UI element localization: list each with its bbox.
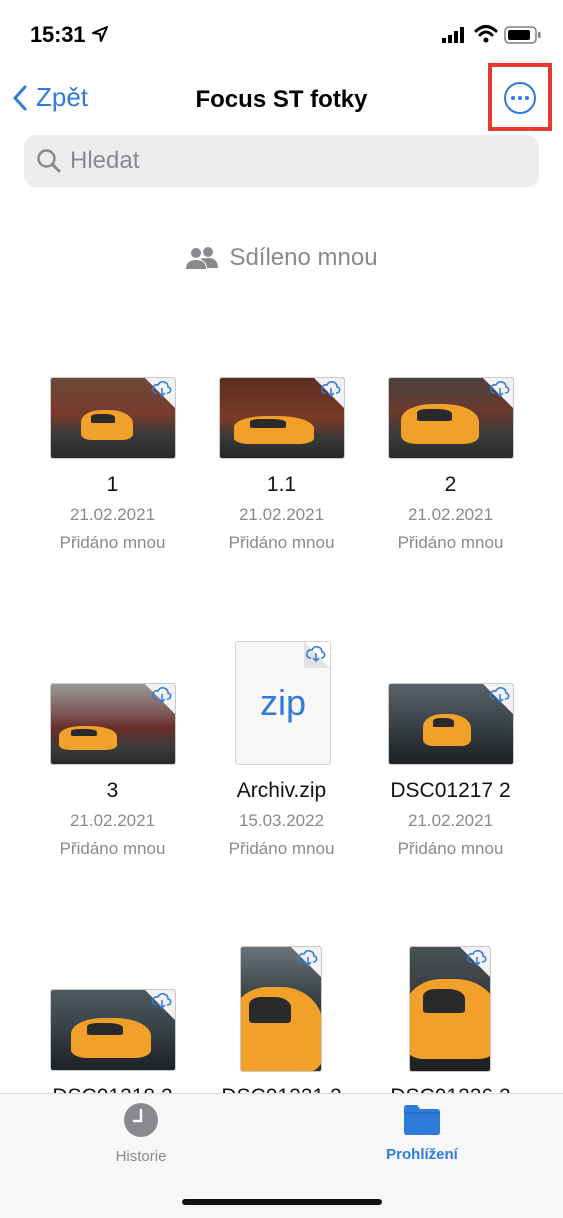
file-name: 3 xyxy=(106,779,119,802)
file-date: 21.02.2021 xyxy=(69,505,156,524)
search-bar[interactable] xyxy=(24,135,539,187)
photo-thumbnail xyxy=(240,946,322,1072)
search-input[interactable] xyxy=(70,147,490,175)
tab-label: Historie xyxy=(115,1148,167,1165)
clock-icon xyxy=(124,1103,158,1137)
cellular-signal-icon xyxy=(442,27,464,43)
cloud-download-icon xyxy=(490,687,510,704)
file-name: Archiv.zip xyxy=(236,779,327,802)
file-owner: Přidáno mnou xyxy=(397,533,504,552)
location-arrow-icon xyxy=(92,26,108,42)
grid-row: 3 21.02.2021 Přidáno mnou zip Archiv.zip… xyxy=(28,641,535,926)
photo-thumbnail xyxy=(50,683,176,765)
cloud-download-icon xyxy=(321,381,341,398)
file-name: 1 xyxy=(106,473,119,496)
file-item[interactable]: 3 21.02.2021 Přidáno mnou xyxy=(28,646,197,926)
photo-thumbnail xyxy=(409,946,491,1072)
file-date: 21.02.2021 xyxy=(238,505,325,524)
folder-icon xyxy=(404,1105,440,1135)
cloud-download-icon xyxy=(152,993,172,1010)
file-owner: Přidáno mnou xyxy=(59,533,166,552)
cloud-download-icon xyxy=(152,687,172,704)
file-owner: Přidáno mnou xyxy=(397,839,504,858)
cloud-download-icon xyxy=(298,950,318,967)
file-item[interactable]: 1 21.02.2021 Přidáno mnou xyxy=(28,340,197,620)
file-date: 21.02.2021 xyxy=(407,505,494,524)
file-name: 1.1 xyxy=(266,473,297,496)
cloud-download-icon xyxy=(152,381,172,398)
cloud-download-icon xyxy=(306,646,326,663)
file-date: 21.02.2021 xyxy=(407,811,494,830)
tab-historie[interactable]: Historie xyxy=(61,1102,221,1165)
photo-thumbnail xyxy=(219,377,345,459)
tab-label: Prohlížení xyxy=(386,1146,458,1163)
file-owner: Přidáno mnou xyxy=(228,533,335,552)
photo-thumbnail xyxy=(50,377,176,459)
file-date: 15.03.2022 xyxy=(238,811,325,830)
file-item[interactable]: DSC01217 2 21.02.2021 Přidáno mnou xyxy=(366,646,535,926)
navigation-bar: Zpět Focus ST fotky xyxy=(0,63,563,131)
photo-thumbnail xyxy=(388,683,514,765)
status-time: 15:31 xyxy=(30,22,86,47)
search-icon xyxy=(37,149,61,173)
file-owner: Přidáno mnou xyxy=(228,839,335,858)
people-icon xyxy=(186,247,219,269)
grid-row: 1 21.02.2021 Přidáno mnou 1.1 21.02.2021… xyxy=(28,340,535,620)
file-name: DSC01217 2 xyxy=(390,779,511,802)
file-owner: Přidáno mnou xyxy=(59,839,166,858)
cloud-download-icon xyxy=(490,381,510,398)
shared-label: Sdíleno mnou xyxy=(229,244,378,271)
home-indicator xyxy=(182,1199,382,1205)
zip-icon-text: zip xyxy=(259,682,307,723)
ellipsis-circle-icon xyxy=(511,96,515,100)
battery-icon xyxy=(504,26,541,44)
file-item[interactable]: 2 21.02.2021 Přidáno mnou xyxy=(366,340,535,620)
file-item[interactable]: zip Archiv.zip 15.03.2022 Přidáno mnou xyxy=(197,641,366,926)
photo-thumbnail xyxy=(50,989,176,1071)
zip-file-icon: zip xyxy=(235,641,331,765)
photo-thumbnail xyxy=(388,377,514,459)
page-title: Focus ST fotky xyxy=(195,86,368,113)
status-bar: 15:31 xyxy=(0,0,563,70)
file-item[interactable]: 1.1 21.02.2021 Přidáno mnou xyxy=(197,340,366,620)
file-date: 21.02.2021 xyxy=(69,811,156,830)
more-button[interactable] xyxy=(504,82,536,114)
file-name: 2 xyxy=(444,473,457,496)
shared-header: Sdíleno mnou xyxy=(0,244,563,272)
tab-prohlizeni[interactable]: Prohlížení xyxy=(342,1102,502,1163)
cloud-download-icon xyxy=(467,950,487,967)
more-button-highlight xyxy=(488,63,552,131)
wifi-icon xyxy=(474,25,498,43)
